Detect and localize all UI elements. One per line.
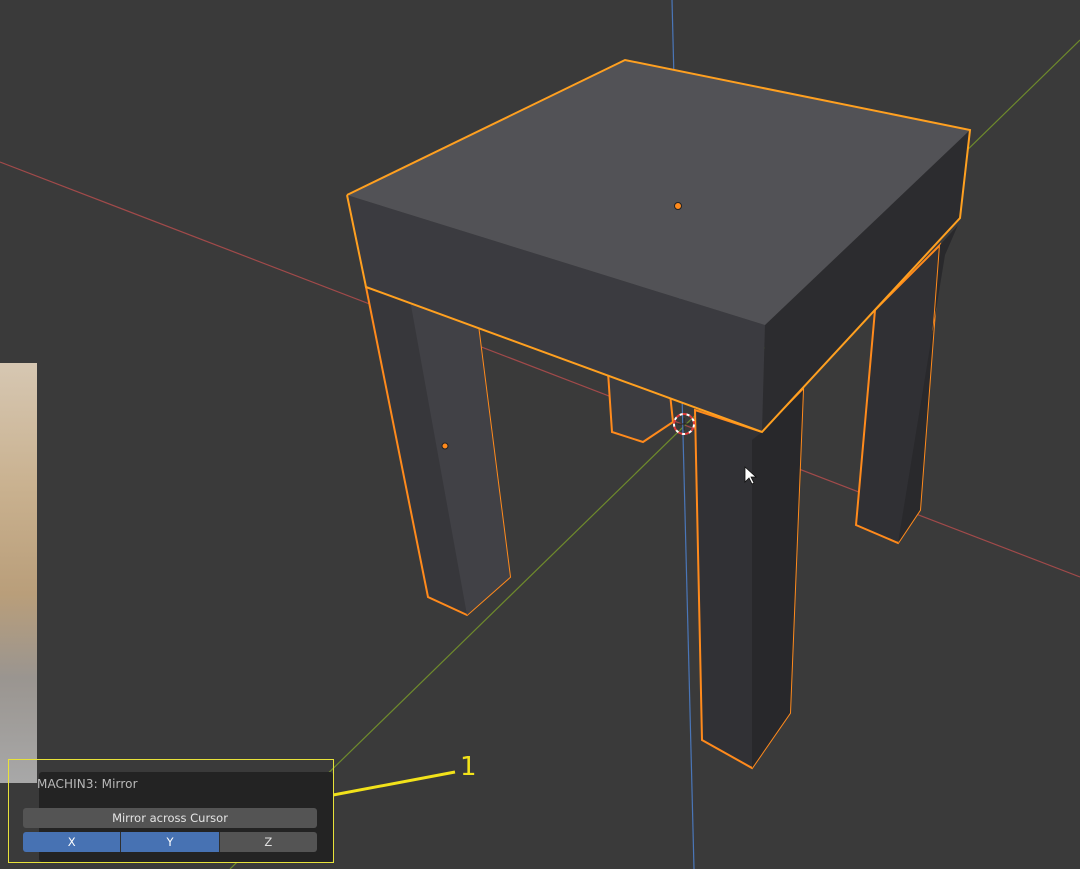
mirror-axis-toggle-group: X Y Z <box>23 832 317 852</box>
axis-x-toggle[interactable]: X <box>23 832 121 852</box>
axis-y-toggle[interactable]: Y <box>120 832 219 852</box>
redo-last-panel: MACHIN3: Mirror Mirror across Cursor X Y… <box>8 759 334 863</box>
object-origin-dot <box>441 442 449 450</box>
object-origin-dot <box>674 202 682 210</box>
viewport-scene[interactable] <box>0 0 1080 869</box>
operator-title: MACHIN3: Mirror <box>37 777 138 791</box>
mirror-across-cursor-button[interactable]: Mirror across Cursor <box>23 808 317 828</box>
3d-cursor-icon[interactable] <box>673 413 695 435</box>
stool-leg-front-shade <box>752 390 803 768</box>
3d-viewport[interactable]: 1 MACHIN3: Mirror Mirror across Cursor X… <box>0 0 1080 869</box>
annotation-number: 1 <box>460 752 477 782</box>
axis-z-toggle[interactable]: Z <box>218 832 317 852</box>
